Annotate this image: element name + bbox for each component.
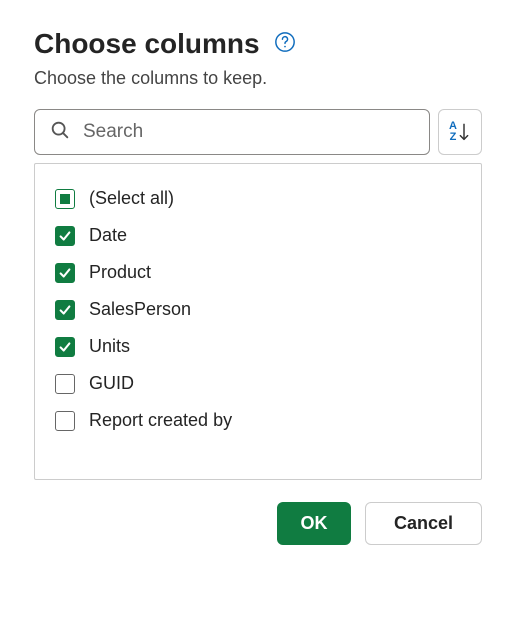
dialog-footer: OK Cancel [34,502,482,545]
help-icon[interactable] [274,31,296,58]
column-list: (Select all) Date Product SalesPerson Un… [34,163,482,480]
column-label: Product [89,262,151,283]
search-box[interactable] [34,109,430,155]
column-label: Date [89,225,127,246]
select-all-item[interactable]: (Select all) [55,180,461,217]
column-item-product[interactable]: Product [55,254,461,291]
column-label: Units [89,336,130,357]
sort-button[interactable]: AZ [438,109,482,155]
select-all-label: (Select all) [89,188,174,209]
checkbox-checked-icon [55,300,75,320]
column-item-report-created-by[interactable]: Report created by [55,402,461,439]
checkbox-checked-icon [55,263,75,283]
ok-button[interactable]: OK [277,502,351,545]
column-item-date[interactable]: Date [55,217,461,254]
checkbox-unchecked-icon [55,374,75,394]
dialog-title: Choose columns [34,28,260,60]
checkbox-checked-icon [55,337,75,357]
checkbox-indeterminate-icon [55,189,75,209]
search-input[interactable] [83,121,415,143]
checkbox-checked-icon [55,226,75,246]
column-label: GUID [89,373,134,394]
dialog-header: Choose columns [34,28,482,60]
search-row: AZ [34,109,482,155]
dialog-subtitle: Choose the columns to keep. [34,68,482,89]
column-label: SalesPerson [89,299,191,320]
column-item-guid[interactable]: GUID [55,365,461,402]
checkbox-unchecked-icon [55,411,75,431]
column-item-units[interactable]: Units [55,328,461,365]
search-icon [49,119,71,146]
column-item-salesperson[interactable]: SalesPerson [55,291,461,328]
column-label: Report created by [89,410,232,431]
cancel-button[interactable]: Cancel [365,502,482,545]
sort-az-icon: AZ [449,121,471,143]
